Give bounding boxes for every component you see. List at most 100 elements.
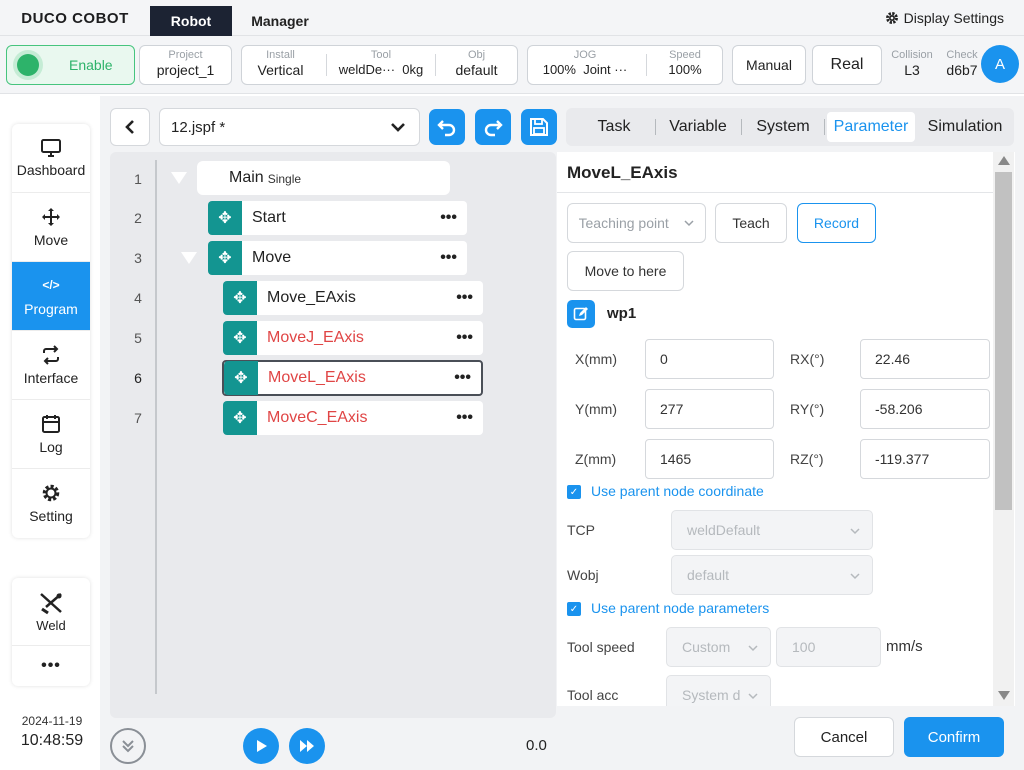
tab-task[interactable]: Task [574, 112, 654, 142]
parameter-panel: MoveL_EAxis Teaching point Teach Record … [557, 152, 1015, 706]
collision-level[interactable]: Collision L3 [886, 45, 938, 85]
program-file-select[interactable]: 12.jspf * [159, 108, 420, 146]
tcp-label: TCP [567, 522, 595, 538]
node-menu-icon[interactable]: ••• [456, 409, 473, 427]
sidebar-item-program[interactable]: </> Program [12, 262, 90, 331]
rx-input[interactable]: 22.46 [860, 339, 990, 379]
tool-acc-mode-select: System d [666, 675, 771, 706]
step-forward-button[interactable] [289, 728, 325, 764]
node-menu-icon[interactable]: ••• [456, 329, 473, 347]
node-menu-icon[interactable]: ••• [440, 209, 457, 227]
save-icon [530, 118, 548, 136]
parameter-scrollbar[interactable] [993, 152, 1014, 706]
rx-label: RX(°) [790, 351, 825, 367]
main-node-mode: Single [267, 172, 302, 186]
jog-speed-group[interactable]: JOG 100% Joint ··· Speed 100% [527, 45, 723, 85]
tree-node-main[interactable]: Main Single [197, 161, 450, 195]
expand-down-button[interactable] [110, 728, 146, 764]
tree-node-movec-eaxis[interactable]: ✥ MoveC_EAxis ••• [223, 401, 483, 435]
nav-tab-manager[interactable]: Manager [232, 6, 328, 36]
undo-button[interactable] [429, 109, 465, 145]
sidebar-item-weld[interactable]: Weld [12, 578, 90, 646]
tab-variable[interactable]: Variable [658, 112, 738, 142]
node-menu-icon[interactable]: ••• [440, 249, 457, 267]
tool-value: weldDe··· [338, 62, 396, 77]
y-input[interactable]: 277 [645, 389, 774, 429]
tab-system[interactable]: System [744, 112, 822, 142]
tab-simulation[interactable]: Simulation [918, 112, 1012, 142]
back-button[interactable] [110, 108, 150, 146]
more-icon[interactable]: ••• [12, 646, 90, 686]
sidebar-item-move[interactable]: Move [12, 193, 90, 262]
project-selector[interactable]: Project project_1 [139, 45, 232, 85]
move-arrows-icon: ✥ [223, 321, 257, 355]
scroll-thumb[interactable] [995, 172, 1012, 510]
ry-input[interactable]: -58.206 [860, 389, 990, 429]
wobj-select: default [671, 555, 873, 595]
x-input[interactable]: 0 [645, 339, 774, 379]
tree-node-movej-eaxis[interactable]: ✥ MoveJ_EAxis ••• [223, 321, 483, 355]
user-avatar[interactable]: A [981, 45, 1019, 83]
cancel-button[interactable]: Cancel [794, 717, 894, 757]
collapse-triangle-icon[interactable] [181, 252, 197, 264]
record-button[interactable]: Record [797, 203, 876, 243]
manual-mode-button[interactable]: Manual [732, 45, 806, 85]
tool-weight: 0kg [402, 62, 424, 77]
sidebar-item-label: Program [24, 300, 78, 317]
teaching-point-select[interactable]: Teaching point [567, 203, 706, 243]
sidebar-item-dashboard[interactable]: Dashboard [12, 124, 90, 193]
tree-node-move-eaxis[interactable]: ✥ Move_EAxis ••• [223, 281, 483, 315]
play-button[interactable] [243, 728, 279, 764]
calendar-icon [42, 414, 60, 433]
redo-button[interactable] [475, 109, 511, 145]
display-settings-button[interactable]: Display Settings [885, 0, 1004, 36]
line-number: 2 [134, 210, 142, 226]
node-menu-icon[interactable]: ••• [454, 369, 471, 387]
line-number: 6 [134, 370, 142, 386]
tree-node-start[interactable]: ✥ Start ••• [208, 201, 467, 235]
tree-node-label: Start [252, 209, 286, 226]
teach-button[interactable]: Teach [715, 203, 787, 243]
node-menu-icon[interactable]: ••• [456, 289, 473, 307]
tree-guide-line [155, 160, 157, 694]
collapse-triangle-icon[interactable] [171, 172, 187, 184]
main-node-label: Main [229, 169, 264, 186]
save-button[interactable] [521, 109, 557, 145]
chevron-left-icon [125, 120, 134, 134]
install-value: Vertical [257, 62, 304, 78]
tree-node-label: MoveL_EAxis [268, 369, 366, 386]
tcp-value: weldDefault [687, 522, 761, 538]
panel-tabs: Task Variable System Parameter Simulatio… [566, 108, 1014, 146]
move-arrows-icon: ✥ [223, 401, 257, 435]
tree-node-move[interactable]: ✥ Move ••• [208, 241, 467, 275]
tree-node-movel-eaxis[interactable]: ✥ MoveL_EAxis ••• [222, 360, 483, 396]
display-settings-label: Display Settings [903, 10, 1004, 26]
chevron-down-icon [391, 123, 405, 132]
use-parent-params-checkbox[interactable]: ✓ [567, 602, 581, 616]
sidebar-item-setting[interactable]: Setting [12, 469, 90, 538]
project-value: project_1 [156, 62, 215, 78]
confirm-button[interactable]: Confirm [904, 717, 1004, 757]
scroll-up-icon[interactable] [998, 156, 1010, 165]
project-label: Project [168, 49, 203, 61]
z-input[interactable]: 1465 [645, 439, 774, 479]
real-mode-button[interactable]: Real [812, 45, 882, 85]
sidebar-item-log[interactable]: Log [12, 400, 90, 469]
use-parent-coord-checkbox[interactable]: ✓ [567, 485, 581, 499]
rz-input[interactable]: -119.377 [860, 439, 990, 479]
divider [557, 192, 993, 193]
top-nav: DUCO COBOT Robot Manager Display Setting… [0, 0, 1024, 36]
sidebar: Dashboard Move </> Program Interface Log… [12, 124, 90, 538]
nav-tab-robot[interactable]: Robot [150, 6, 232, 36]
install-tool-obj-group[interactable]: Install Vertical Tool weldDe··· 0kg Obj … [241, 45, 518, 85]
sidebar-item-interface[interactable]: Interface [12, 331, 90, 400]
tree-node-label: MoveJ_EAxis [267, 329, 364, 346]
divider [655, 119, 656, 135]
move-to-here-button[interactable]: Move to here [567, 251, 684, 291]
edit-icon[interactable] [567, 300, 595, 328]
check-value: d6b7 [946, 62, 978, 78]
enable-toggle[interactable]: Enable [6, 45, 135, 85]
tree-node-label: MoveC_EAxis [267, 409, 368, 426]
tab-parameter[interactable]: Parameter [827, 112, 915, 142]
scroll-down-icon[interactable] [998, 691, 1010, 700]
